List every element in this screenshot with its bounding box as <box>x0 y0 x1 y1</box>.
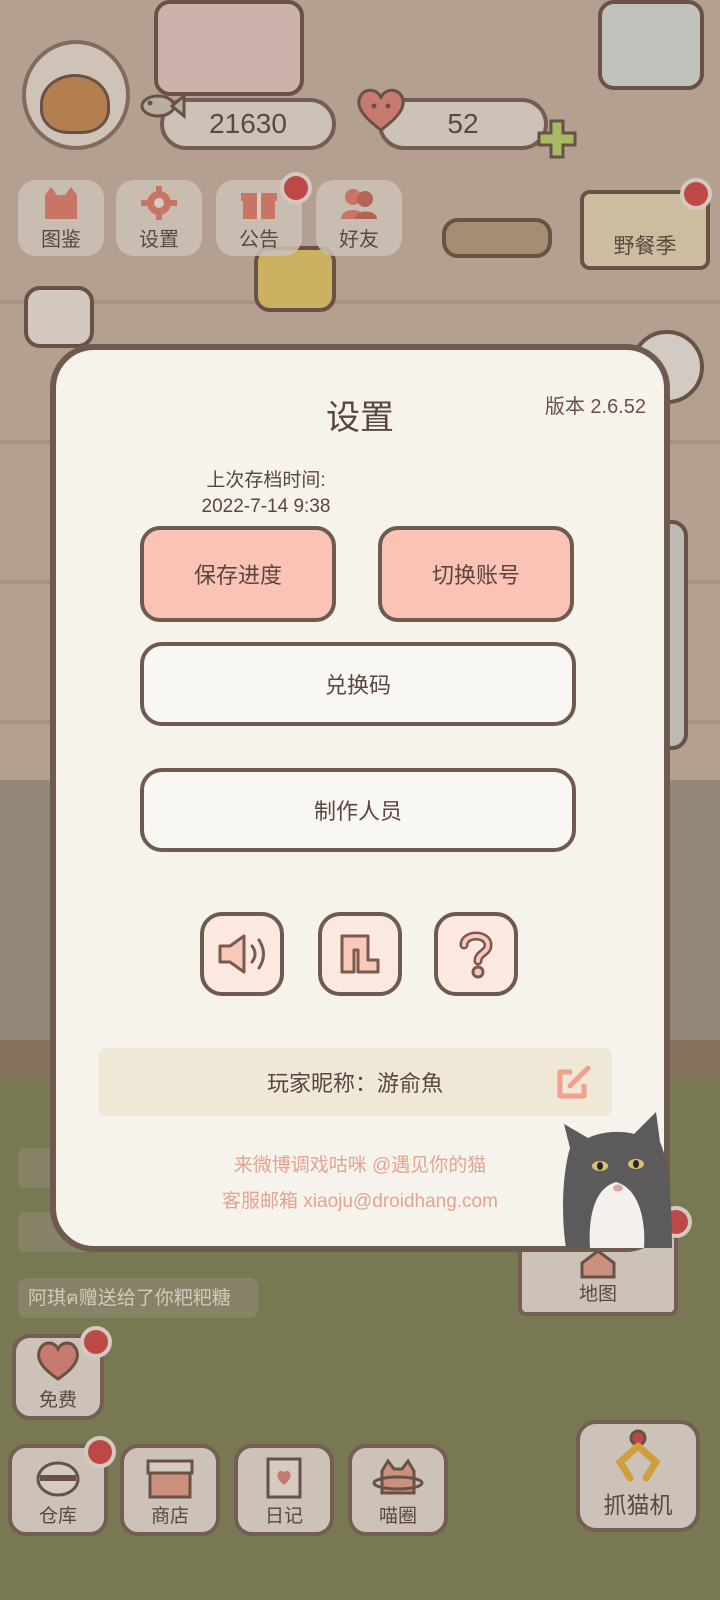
switch-account-label: 切换账号 <box>431 564 520 589</box>
credits-label: 制作人员 <box>313 800 402 825</box>
redeem-code-label: 兑换码 <box>324 674 391 699</box>
last-save-info: 上次存档时间: 2022-7-14 9:38 <box>156 468 376 520</box>
last-save-time: 2022-7-14 9:38 <box>201 496 331 517</box>
switch-account-button[interactable]: 切换账号 <box>378 526 574 622</box>
version-label: 版本 2.6.52 <box>544 396 646 418</box>
nickname-text: 玩家昵称：游俞魚 <box>266 1072 443 1097</box>
save-progress-button[interactable]: 保存进度 <box>140 526 336 622</box>
help-icon <box>459 931 493 979</box>
sound-toggle-button[interactable] <box>200 912 284 996</box>
edit-nickname-icon[interactable] <box>554 1062 594 1102</box>
last-save-label: 上次存档时间: <box>206 470 326 491</box>
sound-icon <box>218 934 265 974</box>
save-progress-label: 保存进度 <box>193 564 282 589</box>
music-toggle-button[interactable] <box>318 912 402 996</box>
help-button[interactable] <box>434 912 518 996</box>
redeem-code-button[interactable]: 兑换码 <box>140 642 576 726</box>
music-icon <box>340 934 380 974</box>
nickname-bar: 玩家昵称：游俞魚 <box>98 1048 612 1116</box>
credits-button[interactable]: 制作人员 <box>140 768 576 852</box>
cat-photo <box>563 1112 672 1248</box>
